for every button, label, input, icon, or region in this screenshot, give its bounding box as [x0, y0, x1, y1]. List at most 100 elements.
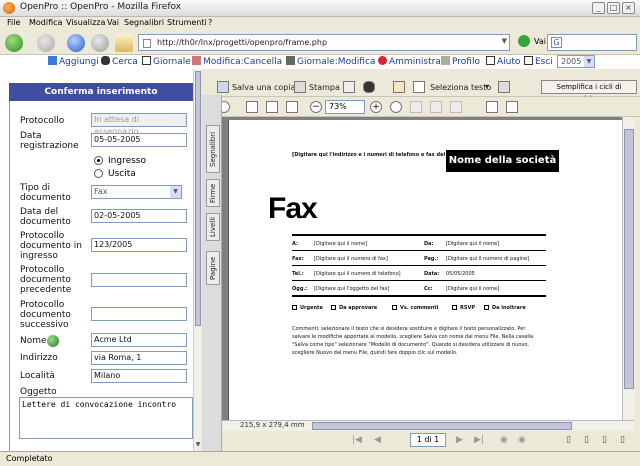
protocollo-precedente-field[interactable]	[91, 273, 187, 287]
left-scrollbar[interactable]: ▼	[193, 69, 201, 451]
label-protocollo: Protocollo	[20, 116, 65, 126]
previous-page-icon[interactable]: ◀	[374, 435, 381, 445]
search-input[interactable]: G	[547, 34, 637, 51]
fit-page-icon[interactable]	[266, 101, 278, 113]
hand-tool-icon[interactable]	[393, 81, 405, 93]
page-size-label: 215,9 x 279,4 mm	[240, 421, 305, 429]
stop-icon[interactable]	[91, 34, 109, 52]
previous-view-icon[interactable]: ◉	[500, 435, 508, 445]
menu-segnalibri[interactable]: Segnalibri	[124, 18, 164, 27]
localita-field[interactable]: Milano	[91, 369, 187, 383]
forward-arrow-icon[interactable]	[37, 34, 55, 52]
continuous-page-icon[interactable]	[506, 101, 518, 113]
menu-help[interactable]: ?	[208, 18, 212, 27]
year-select[interactable]: 2005 ▼	[557, 55, 595, 68]
chevron-down-icon[interactable]: ▾	[485, 82, 489, 91]
undo-icon[interactable]	[450, 101, 462, 113]
fit-width-icon[interactable]	[286, 101, 298, 113]
oggetto-textarea[interactable]: Lettere di convocazione incontro	[19, 397, 193, 439]
row1-value2: [Digitare qui il nome]	[446, 241, 500, 247]
tab-pagine[interactable]: Pagine	[206, 251, 220, 285]
row4-value2: [Digitare qui il nome]	[446, 286, 500, 292]
pdf-toolbar-bottom: − +	[210, 97, 640, 117]
go-icon[interactable]	[518, 35, 530, 47]
snapshot-icon[interactable]	[498, 81, 510, 93]
link-giornale-modifica[interactable]: Giornale:Modifica	[286, 56, 375, 67]
link-aiuto[interactable]: Aiuto	[486, 56, 520, 67]
menu-vai[interactable]: Vai	[107, 18, 119, 27]
tab-segnalibri[interactable]: Segnalibri	[206, 125, 220, 173]
print-icon[interactable]	[294, 81, 306, 93]
email-icon[interactable]	[343, 81, 355, 93]
google-icon[interactable]: G	[551, 37, 562, 48]
rotate-left-icon[interactable]	[410, 101, 422, 113]
tab-livelli[interactable]: Livelli	[206, 213, 220, 241]
zoom-input[interactable]: 73%	[325, 100, 365, 114]
row2-label: Fax:	[292, 256, 304, 262]
scrollbar-thumb[interactable]	[195, 71, 201, 326]
reload-icon[interactable]	[67, 34, 85, 52]
link-giornale[interactable]: Giornale	[142, 56, 191, 67]
menu-file[interactable]: File	[7, 18, 20, 27]
single-page-layout-icon[interactable]: ▯	[566, 435, 571, 445]
nome-field[interactable]: Acme Ltd	[91, 333, 187, 347]
review-cycles-button[interactable]: Semplifica i cicli di revisione	[541, 80, 637, 103]
rotate-icon[interactable]	[390, 101, 402, 113]
menu-strumenti[interactable]: Strumenti	[167, 18, 207, 27]
link-aggiungi[interactable]: Aggiungi	[48, 56, 99, 67]
save-copy-icon[interactable]	[217, 81, 229, 93]
save-copy-button[interactable]: Salva una copia	[232, 83, 295, 92]
text-select-icon[interactable]	[413, 81, 425, 93]
first-page-icon[interactable]: |◀	[352, 435, 362, 445]
next-view-icon[interactable]: ◉	[518, 435, 526, 445]
continuous-facing-layout-icon[interactable]: ▯	[620, 435, 625, 445]
home-icon[interactable]	[115, 34, 133, 52]
document-vertical-scrollbar[interactable]	[622, 117, 634, 420]
select-text-button[interactable]: Seleziona testo	[430, 83, 491, 92]
label-protocollo-precedente: Protocollo documento precedente	[20, 265, 72, 295]
rotate-right-icon[interactable]	[430, 101, 442, 113]
scrollbar-thumb[interactable]	[624, 129, 634, 389]
menu-modifica[interactable]: Modifica	[29, 18, 62, 27]
globe-icon[interactable]	[47, 335, 59, 347]
print-button[interactable]: Stampa	[309, 83, 340, 92]
link-modifica-cancella[interactable]: Modifica:Cancella	[192, 56, 282, 67]
link-profilo[interactable]: Profilo	[441, 56, 480, 67]
radio-ingresso[interactable]	[94, 156, 103, 165]
protocollo-ingresso-field[interactable]: 123/2005	[91, 238, 187, 252]
radio-uscita[interactable]	[94, 169, 103, 178]
last-page-icon[interactable]: ▶|	[474, 435, 484, 445]
checkbox-label: Da inoltrare	[492, 305, 526, 311]
next-page-icon[interactable]: ▶	[456, 435, 463, 445]
link-esci[interactable]: Esci	[524, 56, 553, 67]
tipo-documento-select[interactable]: Fax ▼	[91, 185, 182, 199]
close-button[interactable]: ×	[622, 2, 635, 14]
url-bar[interactable]: http://th0r/lnx/progetti/openpro/frame.p…	[138, 34, 510, 51]
zoom-in-plus-icon[interactable]: +	[370, 101, 382, 113]
protocollo-successivo-field[interactable]	[91, 307, 187, 321]
link-amministra[interactable]: Amministra	[378, 56, 441, 67]
data-documento-field[interactable]: 02-05-2005	[91, 209, 187, 223]
link-cerca[interactable]: Cerca	[101, 56, 138, 67]
indirizzo-field[interactable]: via Roma, 1	[91, 351, 187, 365]
menu-visualizza[interactable]: Visualizza	[66, 18, 105, 27]
maximize-button[interactable]: □	[607, 2, 620, 14]
label-ingresso: Ingresso	[108, 156, 146, 166]
chevron-down-icon[interactable]: ▼	[502, 37, 507, 45]
minimize-button[interactable]: _	[592, 2, 605, 14]
data-registrazione-field[interactable]: 05-05-2005	[91, 133, 187, 147]
page-number-input[interactable]: 1 di 1	[410, 433, 446, 447]
actual-size-icon[interactable]	[246, 101, 258, 113]
checkbox-label: Vs. commenti	[400, 305, 439, 311]
back-arrow-icon[interactable]	[5, 34, 23, 52]
single-page-icon[interactable]	[486, 101, 498, 113]
scroll-down-icon[interactable]: ▼	[194, 441, 202, 449]
divider	[292, 265, 546, 266]
go-label[interactable]: Vai	[534, 37, 546, 46]
facing-layout-icon[interactable]: ▯	[602, 435, 607, 445]
zoom-out-icon[interactable]: −	[310, 101, 322, 113]
scrollbar-thumb[interactable]	[312, 422, 572, 430]
continuous-layout-icon[interactable]: ▯	[584, 435, 589, 445]
binoculars-icon[interactable]	[363, 81, 375, 93]
tab-firme[interactable]: Firme	[206, 179, 220, 207]
